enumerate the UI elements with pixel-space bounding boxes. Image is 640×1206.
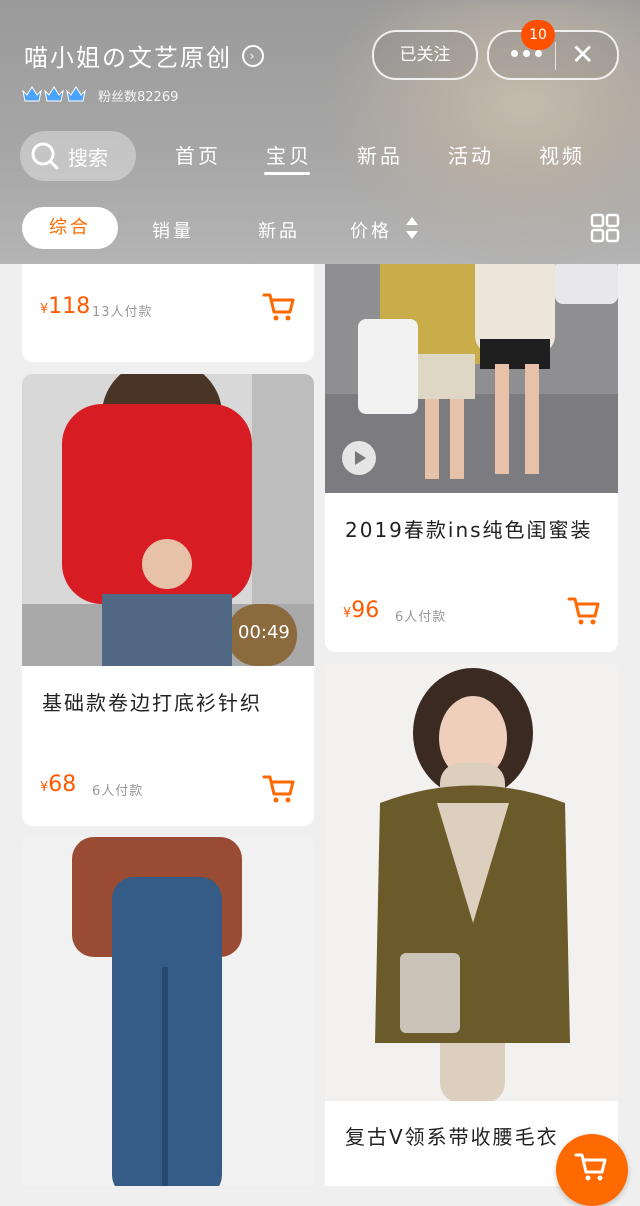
product-title: 复古V领系带收腰毛衣 [345, 1125, 559, 1149]
shop-header: 喵小姐の文艺原创 › 粉丝数82269 已关注 ✕ 10 搜索 首页 宝贝 新品… [0, 0, 640, 264]
paid-count: 6人付款 [395, 610, 447, 625]
tab-home[interactable]: 首页 [175, 140, 221, 169]
product-title: 基础款卷边打底衫针织 [42, 691, 262, 715]
shop-name[interactable]: 喵小姐の文艺原创 [24, 38, 232, 73]
product-card[interactable]: 2019春款ins纯色闺蜜装 ¥96 6人付款 [325, 264, 618, 652]
crown-icon [22, 86, 42, 102]
follow-button[interactable]: 已关注 [372, 30, 478, 80]
sort-new[interactable]: 新品 [258, 217, 300, 243]
cart-icon[interactable] [574, 1150, 608, 1184]
close-icon[interactable]: ✕ [571, 38, 594, 71]
fans-count: 粉丝数82269 [98, 90, 179, 105]
more-icon[interactable] [511, 50, 542, 57]
product-card[interactable]: ¥118 13人付款 [22, 264, 314, 362]
product-grid: ¥118 13人付款 2019春款ins纯色闺蜜装 ¥96 6人付款 00:49… [0, 264, 640, 1186]
shop-nav-tabs: 首页 宝贝 新品 活动 视频 [0, 140, 640, 180]
tab-new[interactable]: 新品 [357, 140, 403, 169]
grid-view-icon[interactable] [590, 213, 620, 243]
product-card[interactable]: 复古V领系带收腰毛衣 [325, 663, 618, 1186]
cart-icon[interactable] [567, 594, 601, 628]
tab-activity[interactable]: 活动 [448, 140, 494, 169]
product-card[interactable] [22, 837, 314, 1186]
sort-comprehensive[interactable]: 综合 [22, 207, 118, 249]
product-image [22, 837, 314, 1186]
pill-divider [555, 42, 556, 70]
message-count-badge: 10 [521, 20, 555, 50]
tab-video[interactable]: 视频 [539, 140, 585, 169]
cart-icon[interactable] [262, 290, 296, 324]
video-duration: 00:49 [238, 622, 290, 643]
tab-products[interactable]: 宝贝 [266, 140, 312, 169]
price: ¥96 [343, 598, 380, 623]
crown-icon [66, 86, 86, 102]
product-card[interactable]: 00:49 基础款卷边打底衫针织 ¥68 6人付款 [22, 374, 314, 826]
shop-name-row[interactable]: 喵小姐の文艺原创 › [24, 38, 264, 73]
paid-count: 13人付款 [92, 305, 153, 320]
floating-cart-button[interactable] [556, 1134, 628, 1206]
product-title: 2019春款ins纯色闺蜜装 [345, 518, 593, 542]
active-tab-indicator [264, 172, 310, 175]
paid-count: 6人付款 [92, 784, 144, 799]
crown-rating [22, 85, 86, 103]
play-icon[interactable] [342, 441, 376, 475]
chevron-right-icon[interactable]: › [242, 44, 264, 67]
sort-sales[interactable]: 销量 [152, 217, 194, 243]
sort-price[interactable]: 价格 [350, 217, 392, 243]
product-image [325, 663, 618, 1101]
price: ¥118 [40, 294, 91, 319]
cart-icon[interactable] [262, 772, 296, 806]
sort-arrows-icon[interactable] [405, 215, 419, 241]
price: ¥68 [40, 772, 77, 797]
crown-icon [44, 86, 64, 102]
